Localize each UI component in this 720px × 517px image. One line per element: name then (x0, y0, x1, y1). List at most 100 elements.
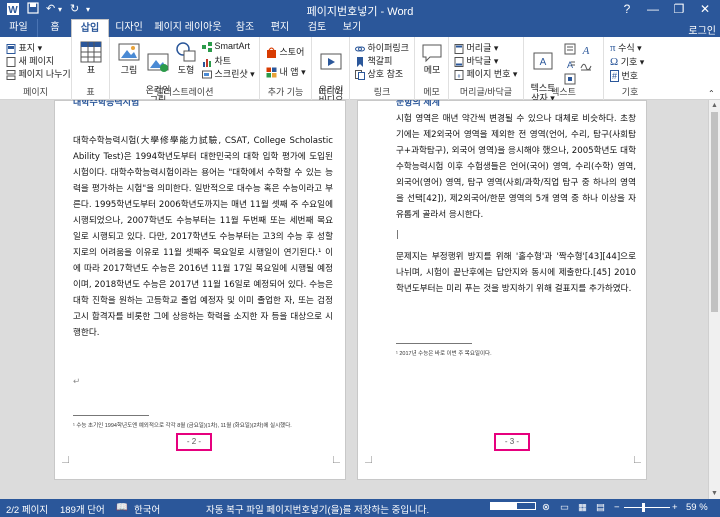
footnote-separator (73, 415, 149, 416)
status-bar: 2/2 페이지 189개 단어 📖 한국어 자동 복구 파일 페이지번호넣기(을… (0, 499, 720, 517)
restore-button[interactable]: ❐ (666, 0, 692, 19)
wordart-icon[interactable]: A (580, 43, 592, 55)
page-2[interactable]: 대학수학능력시험 대학수학능력시험(大學修學能力試驗, CSAT, Colleg… (54, 100, 346, 480)
scroll-down-icon[interactable]: ▼ (711, 490, 718, 497)
close-button[interactable]: ✕ (692, 0, 718, 19)
group-pages-label: 페이지 (23, 87, 48, 97)
page-number-field[interactable]: - 3 - (494, 433, 530, 451)
smartart-button[interactable]: SmartArt (202, 41, 250, 52)
tab-design[interactable]: 디자인 (111, 19, 147, 37)
omega-icon: Ω (610, 56, 619, 68)
scroll-up-icon[interactable]: ▲ (711, 102, 718, 109)
tab-page-layout[interactable]: 페이지 레이아웃 (151, 19, 225, 37)
group-comments: 메모 메모 (415, 37, 449, 100)
language[interactable]: 한국어 (134, 502, 160, 516)
crop-mark-icon (333, 456, 340, 463)
zoom-level[interactable]: 59 % (686, 502, 708, 513)
comment-label: 메모 (423, 65, 441, 75)
bookmark-label: 책갈피 (367, 56, 393, 66)
group-symbols: π 수식 ▾ Ω 기호 ▾ # 번호 기호 (604, 37, 656, 100)
cover-page-button[interactable]: 표지 ▾ (6, 41, 42, 54)
table-button[interactable]: 표 (78, 41, 104, 75)
group-media: 온라인 비디오 미디어 (312, 37, 350, 105)
tab-references[interactable]: 참조 (230, 19, 260, 37)
tab-insert[interactable]: 삽입 (71, 19, 109, 37)
smartart-icon (202, 41, 212, 52)
picture-label: 그림 (120, 65, 138, 75)
quick-parts-icon[interactable] (564, 43, 576, 55)
ribbon: 표지 ▾ 새 페이지 페이지 나누기 페이지 표 표 그림 온라인 도형 Sma… (0, 37, 720, 105)
word-count[interactable]: 189개 단어 (60, 502, 105, 516)
footer-label: 바닥글 ▾ (466, 56, 499, 66)
vertical-scrollbar[interactable]: ▲ ▼ (708, 100, 720, 499)
header-button[interactable]: 머리글 ▾ (454, 41, 498, 54)
zoom-out-icon[interactable]: − (614, 502, 620, 513)
body-paragraph[interactable]: 대학수학능력시험(大學修學能力試驗, CSAT, College Scholas… (73, 133, 333, 341)
equation-button[interactable]: π 수식 ▾ (610, 41, 642, 54)
footer-button[interactable]: 바닥글 ▾ (454, 54, 498, 67)
bookmark-button[interactable]: 책갈피 (355, 54, 392, 67)
sign-in-link[interactable]: 로그인 (688, 22, 716, 37)
heading-fragment: 문항의 체계 (396, 100, 440, 107)
crop-mark-icon (634, 456, 641, 463)
equation-label: 수식 ▾ (618, 43, 642, 53)
shapes-label: 도형 (177, 65, 195, 75)
zoom-in-icon[interactable]: + (672, 502, 678, 513)
tab-mailings[interactable]: 편지 (265, 19, 295, 37)
web-layout-icon[interactable]: ▤ (596, 502, 605, 513)
tab-home[interactable]: 홈 (42, 19, 68, 37)
page-break-button[interactable]: 페이지 나누기 (6, 67, 71, 80)
tab-view[interactable]: 보기 (337, 19, 367, 37)
hyperlink-button[interactable]: 하이퍼링크 (355, 41, 409, 54)
store-button[interactable]: 스토어 (266, 45, 305, 59)
group-links: 하이퍼링크 책갈피 상호 참조 링크 (350, 37, 415, 100)
picture-button[interactable]: 그림 (116, 41, 142, 75)
chart-button[interactable]: 차트 (202, 54, 231, 67)
cross-reference-button[interactable]: 상호 참조 (355, 67, 403, 80)
page-number-field[interactable]: - 2 - (176, 433, 212, 451)
tab-review[interactable]: 검토 (302, 19, 332, 37)
page-count[interactable]: 2/2 페이지 (6, 502, 48, 516)
body-paragraph[interactable]: 시험 영역은 매년 약간씩 변경될 수 있으나 대체로 비슷하다. 초창기에는 … (396, 111, 636, 223)
screenshot-label: 스크린샷 ▾ (214, 69, 255, 79)
table-icon (80, 41, 102, 63)
chart-icon (203, 58, 211, 67)
scrollbar-thumb[interactable] (711, 112, 718, 312)
footnote-separator (396, 343, 472, 344)
zoom-slider[interactable] (624, 503, 670, 512)
collapse-ribbon-icon[interactable]: ⌃ (708, 89, 715, 98)
screenshot-button[interactable]: 스크린샷 ▾ (202, 67, 255, 80)
store-label: 스토어 (279, 47, 305, 57)
header-label: 머리글 ▾ (466, 43, 499, 53)
group-addins-label: 추가 기능 (267, 87, 304, 97)
symbol-button[interactable]: Ω 기호 ▾ (610, 55, 644, 68)
body-paragraph-2[interactable]: 문제지는 부정행위 방지를 위해 '홀수형'과 '짝수형'[43][44]으로 … (396, 249, 636, 297)
online-picture-icon (147, 53, 169, 72)
page-3[interactable]: 문항의 체계 시험 영역은 매년 약간씩 변경될 수 있으나 대체로 비슷하다.… (357, 100, 647, 480)
minimize-button[interactable]: — (640, 0, 666, 19)
group-symbols-label: 기호 (621, 87, 639, 97)
comment-button[interactable]: 메모 (419, 43, 445, 75)
print-layout-icon[interactable]: ▦ (578, 502, 587, 513)
number-button[interactable]: # 번호 (610, 69, 638, 82)
shapes-button[interactable]: 도형 (174, 41, 198, 75)
symbol-label: 기호 ▾ (620, 57, 645, 67)
help-button[interactable]: ? (614, 0, 640, 19)
read-mode-icon[interactable]: ▭ (560, 502, 569, 513)
signature-line-icon[interactable] (580, 59, 592, 71)
crop-mark-icon (365, 456, 372, 463)
my-addins-icon (266, 67, 277, 78)
object-icon[interactable] (564, 73, 576, 85)
autosave-progress (490, 501, 536, 512)
drop-cap-icon[interactable]: A (564, 59, 576, 71)
proofing-icon[interactable]: 📖 (116, 502, 128, 513)
zoom-slider-thumb[interactable] (642, 503, 645, 512)
cancel-save-icon[interactable]: ⊗ (542, 502, 550, 513)
number-icon: # (610, 70, 620, 82)
my-addins-button[interactable]: 내 앱 ▾ (266, 65, 306, 78)
tab-file[interactable]: 파일 (0, 19, 38, 37)
document-area[interactable]: 대학수학능력시험 대학수학능력시험(大學修學能力試驗, CSAT, Colleg… (0, 100, 720, 499)
blank-page-button[interactable]: 새 페이지 (6, 54, 54, 67)
page-number-icon: # (454, 69, 464, 80)
page-number-button[interactable]: # 페이지 번호 ▾ (454, 67, 517, 80)
